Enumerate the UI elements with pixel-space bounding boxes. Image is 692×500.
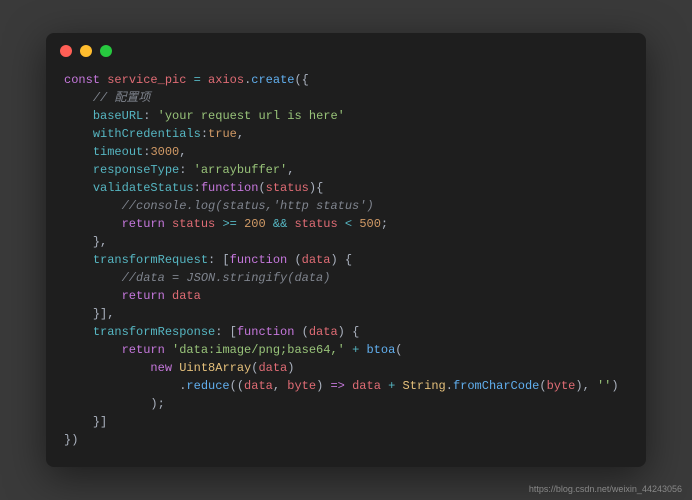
keyword: const: [64, 73, 100, 87]
punct: }): [64, 433, 78, 447]
code-block: const service_pic = axios. create({ // 配置…: [46, 63, 646, 467]
punct: ;: [381, 217, 388, 231]
comment: //console.log(status,'http status'): [122, 199, 374, 213]
identifier: byte: [547, 379, 576, 393]
property: timeout: [93, 145, 143, 159]
param: data: [309, 325, 338, 339]
minimize-icon: [80, 45, 92, 57]
string: 'arraybuffer': [194, 163, 288, 177]
property: transformResponse: [93, 325, 215, 339]
function: create: [251, 73, 294, 87]
close-icon: [60, 45, 72, 57]
punct: ((: [230, 379, 244, 393]
property: withCredentials: [93, 127, 201, 141]
punct: (: [258, 181, 265, 195]
keyword: function: [230, 253, 288, 267]
punct: ) {: [338, 325, 360, 339]
identifier: status: [172, 217, 215, 231]
comment: //data = JSON.stringify(data): [122, 271, 331, 285]
property: baseURL: [93, 109, 143, 123]
watermark-text: https://blog.csdn.net/weixin_44243056: [529, 484, 682, 494]
punct: : [: [215, 325, 237, 339]
operator: <: [345, 217, 352, 231]
punct: }],: [93, 307, 115, 321]
punct: : [: [208, 253, 230, 267]
punct: ({: [294, 73, 308, 87]
punct: ,: [287, 163, 294, 177]
string: 'data:image/png;base64,': [172, 343, 345, 357]
param: data: [302, 253, 331, 267]
number: 500: [359, 217, 381, 231]
keyword: return: [122, 217, 165, 231]
arrow: =>: [330, 379, 344, 393]
param: byte: [287, 379, 316, 393]
punct: ) {: [330, 253, 352, 267]
punct: );: [150, 397, 164, 411]
string: '': [597, 379, 611, 393]
param: data: [244, 379, 273, 393]
punct: (: [395, 343, 402, 357]
function: btoa: [366, 343, 395, 357]
punct: ,: [179, 145, 186, 159]
punct: (: [302, 325, 309, 339]
string: 'your request url is here': [158, 109, 345, 123]
identifier: axios: [208, 73, 244, 87]
boolean: true: [208, 127, 237, 141]
punct: ,: [237, 127, 244, 141]
punct: :: [179, 163, 193, 177]
identifier: data: [172, 289, 201, 303]
identifier: status: [294, 217, 337, 231]
punct: },: [93, 235, 107, 249]
keyword: return: [122, 343, 165, 357]
punct: ),: [575, 379, 597, 393]
operator: >=: [222, 217, 236, 231]
punct: }]: [93, 415, 107, 429]
operator: =: [194, 73, 201, 87]
punct: ){: [309, 181, 323, 195]
function: fromCharCode: [453, 379, 539, 393]
punct: :: [194, 181, 201, 195]
code-window: const service_pic = axios. create({ // 配置…: [46, 33, 646, 467]
identifier: service_pic: [107, 73, 186, 87]
punct: ): [287, 361, 294, 375]
operator: &&: [273, 217, 287, 231]
operator: +: [388, 379, 395, 393]
window-titlebar: [46, 33, 646, 63]
keyword: function: [201, 181, 259, 195]
class: String: [403, 379, 446, 393]
operator: +: [352, 343, 359, 357]
punct: ,: [273, 379, 287, 393]
number: 200: [244, 217, 266, 231]
property: responseType: [93, 163, 179, 177]
punct: .: [446, 379, 453, 393]
comment: // 配置项: [93, 91, 151, 105]
punct: (: [294, 253, 301, 267]
punct: ): [611, 379, 618, 393]
keyword: function: [237, 325, 295, 339]
keyword: return: [122, 289, 165, 303]
punct: :: [143, 109, 157, 123]
punct: ): [316, 379, 330, 393]
identifier: data: [352, 379, 381, 393]
param: status: [266, 181, 309, 195]
property: validateStatus: [93, 181, 194, 195]
maximize-icon: [100, 45, 112, 57]
keyword: new: [150, 361, 172, 375]
identifier: data: [258, 361, 287, 375]
class: Uint8Array: [179, 361, 251, 375]
number: 3000: [150, 145, 179, 159]
punct: (: [539, 379, 546, 393]
property: transformRequest: [93, 253, 208, 267]
function: reduce: [186, 379, 229, 393]
punct: :: [201, 127, 208, 141]
